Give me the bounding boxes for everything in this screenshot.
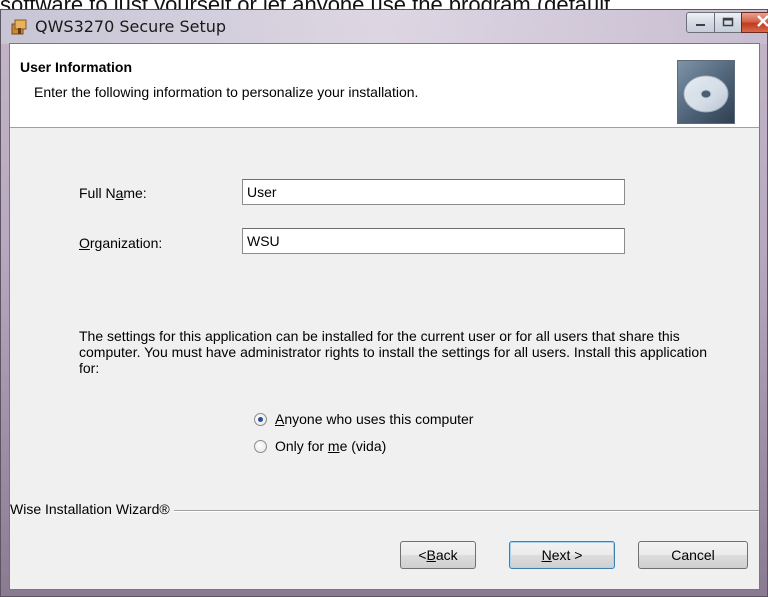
window-title: QWS3270 Secure Setup: [35, 17, 227, 36]
wizard-brand-label: Wise Installation Wizard®: [10, 501, 174, 517]
maximize-button[interactable]: [714, 12, 742, 33]
radio-anyone[interactable]: Anyone who uses this computer: [254, 411, 473, 427]
full-name-field[interactable]: [242, 179, 625, 205]
dialog-header: User Information Enter the following inf…: [10, 44, 759, 128]
minimize-button[interactable]: [686, 12, 715, 33]
close-icon: [756, 14, 768, 32]
page-subtitle: Enter the following information to perso…: [34, 84, 419, 100]
radio-only-me-label: Only for me (vida): [275, 438, 387, 454]
minimize-icon: [695, 14, 707, 32]
setup-window: QWS3270 Secure Setup User Information En…: [0, 9, 768, 597]
full-name-label: Full Name:: [79, 185, 147, 201]
maximize-icon: [722, 14, 734, 32]
page-title: User Information: [20, 59, 133, 75]
next-button[interactable]: Next >: [509, 541, 615, 569]
install-for-description: The settings for this application can be…: [79, 328, 707, 376]
radio-button-selected[interactable]: [254, 412, 267, 426]
cd-disc-icon: [677, 60, 735, 124]
organization-label: Organization:: [79, 235, 163, 251]
radio-only-me[interactable]: Only for me (vida): [254, 438, 386, 454]
radio-anyone-label: Anyone who uses this computer: [275, 411, 474, 427]
radio-button-unselected[interactable]: [254, 439, 267, 453]
installer-icon: [10, 18, 28, 36]
title-bar[interactable]: QWS3270 Secure Setup: [1, 10, 768, 44]
cancel-button[interactable]: Cancel: [638, 541, 748, 569]
dialog-client-area: User Information Enter the following inf…: [9, 43, 760, 590]
close-button[interactable]: [741, 12, 768, 33]
organization-field[interactable]: [242, 228, 625, 254]
back-button[interactable]: < Back: [400, 541, 476, 569]
